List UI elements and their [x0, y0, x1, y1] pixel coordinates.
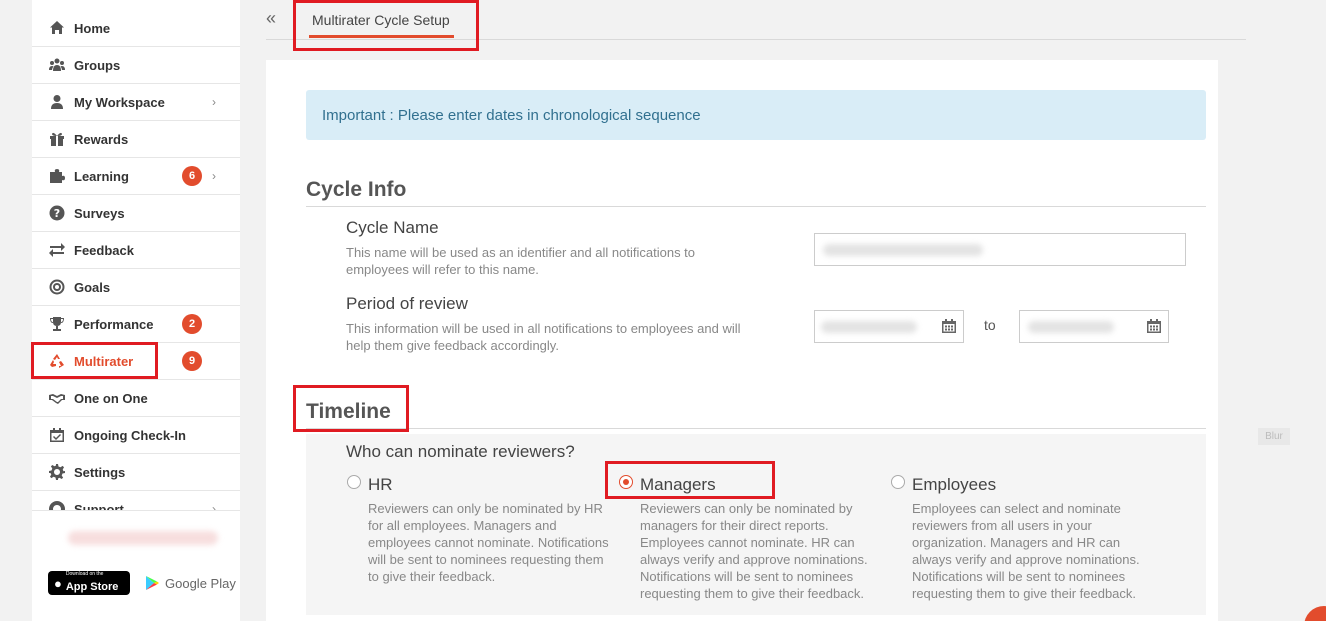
calendar-icon[interactable] — [941, 318, 957, 334]
period-of-review-label: Period of review — [346, 294, 468, 313]
chevron-right-icon: › — [212, 502, 216, 510]
arrows-icon — [48, 242, 66, 258]
google-play-text: Google Play — [165, 575, 236, 591]
sidebar-item-feedback[interactable]: Feedback — [32, 232, 240, 269]
sidebar-item-label: Ongoing Check-In — [74, 427, 186, 443]
end-date-value-blurred — [1028, 321, 1114, 333]
sidebar-item-learning[interactable]: Learning 6 › — [32, 158, 240, 195]
target-icon — [48, 279, 66, 295]
nominate-question: Who can nominate reviewers? — [346, 442, 575, 461]
collapse-sidebar-icon[interactable]: « — [266, 8, 276, 29]
trophy-icon — [48, 316, 66, 332]
app-store-text: App Store — [65, 581, 119, 593]
blur-label: Blur — [1258, 428, 1290, 445]
cycle-name-input[interactable] — [814, 233, 1186, 266]
sidebar-item-goals[interactable]: Goals — [32, 269, 240, 306]
sidebar-item-label: Rewards — [74, 131, 129, 147]
date-range-separator: to — [984, 317, 996, 333]
svg-text:?: ? — [54, 207, 60, 220]
sidebar-item-label: Settings — [74, 464, 126, 480]
sidebar-item-my-workspace[interactable]: My Workspace › — [32, 84, 240, 121]
sidebar-item-one-on-one[interactable]: One on One — [32, 380, 240, 417]
sidebar-item-label: Support — [74, 501, 124, 511]
start-date-input[interactable] — [814, 310, 964, 343]
app-store-small-text: Download on the — [65, 571, 104, 577]
google-play-button[interactable]: Google Play — [144, 571, 240, 595]
sidebar-item-home[interactable]: Home — [32, 0, 240, 47]
sidebar-item-label: Learning — [74, 168, 129, 184]
highlight-managers-option — [605, 461, 775, 499]
sidebar-item-label: Home — [74, 20, 111, 36]
section-divider — [306, 206, 1206, 207]
highlight-multirater — [31, 342, 158, 379]
option-label-employees[interactable]: Employees — [912, 475, 996, 495]
chevron-right-icon: › — [212, 95, 216, 109]
notification-badge: 6 — [182, 166, 202, 186]
sidebar-item-settings[interactable]: Settings — [32, 454, 240, 491]
sidebar-item-performance[interactable]: Performance 2 — [32, 306, 240, 343]
sidebar-item-label: Goals — [74, 279, 111, 295]
sidebar-item-surveys[interactable]: ? Surveys — [32, 195, 240, 232]
home-icon — [48, 20, 66, 36]
chevron-right-icon: › — [212, 169, 216, 183]
sidebar-item-support[interactable]: Support › — [32, 491, 240, 510]
groups-icon — [48, 57, 66, 73]
handshake-icon — [48, 390, 66, 406]
radio-employees[interactable] — [891, 475, 905, 489]
section-divider — [306, 428, 1206, 429]
puzzle-icon — [48, 168, 66, 184]
highlight-timeline — [293, 385, 409, 432]
user-name-blurred — [68, 531, 218, 545]
sidebar-footer: ● Download on the App Store Google Play — [32, 510, 240, 621]
cycle-name-label: Cycle Name — [346, 218, 439, 237]
user-icon — [48, 94, 66, 110]
section-title-cycle-info: Cycle Info — [306, 178, 407, 201]
app-store-button[interactable]: ● Download on the App Store — [48, 571, 130, 595]
sidebar-item-label: Surveys — [74, 205, 125, 221]
sidebar-item-label: Performance — [74, 316, 154, 332]
calendar-icon[interactable] — [1146, 318, 1162, 334]
sidebar-item-label: Groups — [74, 57, 121, 73]
sidebar-item-label: Feedback — [74, 242, 134, 258]
apple-icon: ● — [54, 575, 62, 591]
chat-launcher-button[interactable] — [1304, 606, 1326, 621]
sidebar-nav: Home Groups My Workspace › Rewards Learn… — [32, 0, 240, 510]
cycle-name-value-blurred — [823, 244, 983, 256]
option-desc-hr: Reviewers can only be nominated by HR fo… — [368, 501, 609, 584]
gift-icon — [48, 131, 66, 147]
sidebar: Home Groups My Workspace › Rewards Learn… — [32, 0, 240, 621]
highlight-tab — [293, 0, 479, 51]
lifebuoy-icon — [48, 501, 66, 510]
cycle-name-desc: This name will be used as an identifier … — [346, 245, 696, 277]
gear-icon — [48, 464, 66, 480]
sidebar-item-groups[interactable]: Groups — [32, 47, 240, 84]
sidebar-item-rewards[interactable]: Rewards — [32, 121, 240, 158]
option-desc-employees: Employees can select and nominate review… — [912, 501, 1140, 601]
main-panel: Important : Please enter dates in chrono… — [266, 60, 1218, 621]
notification-badge: 9 — [182, 351, 202, 371]
option-label-hr[interactable]: HR — [368, 475, 393, 495]
notification-badge: 2 — [182, 314, 202, 334]
radio-hr[interactable] — [347, 475, 361, 489]
question-icon: ? — [48, 205, 66, 221]
sidebar-item-label: One on One — [74, 390, 148, 406]
period-of-review-desc: This information will be used in all not… — [346, 321, 741, 353]
sidebar-item-ongoing-check-in[interactable]: Ongoing Check-In — [32, 417, 240, 454]
end-date-input[interactable] — [1019, 310, 1169, 343]
google-play-icon — [146, 576, 159, 590]
alert-info: Important : Please enter dates in chrono… — [306, 90, 1206, 140]
option-desc-managers: Reviewers can only be nominated by manag… — [640, 501, 868, 601]
start-date-value-blurred — [821, 321, 917, 333]
calendar-check-icon — [48, 427, 66, 443]
sidebar-item-label: My Workspace — [74, 94, 165, 110]
